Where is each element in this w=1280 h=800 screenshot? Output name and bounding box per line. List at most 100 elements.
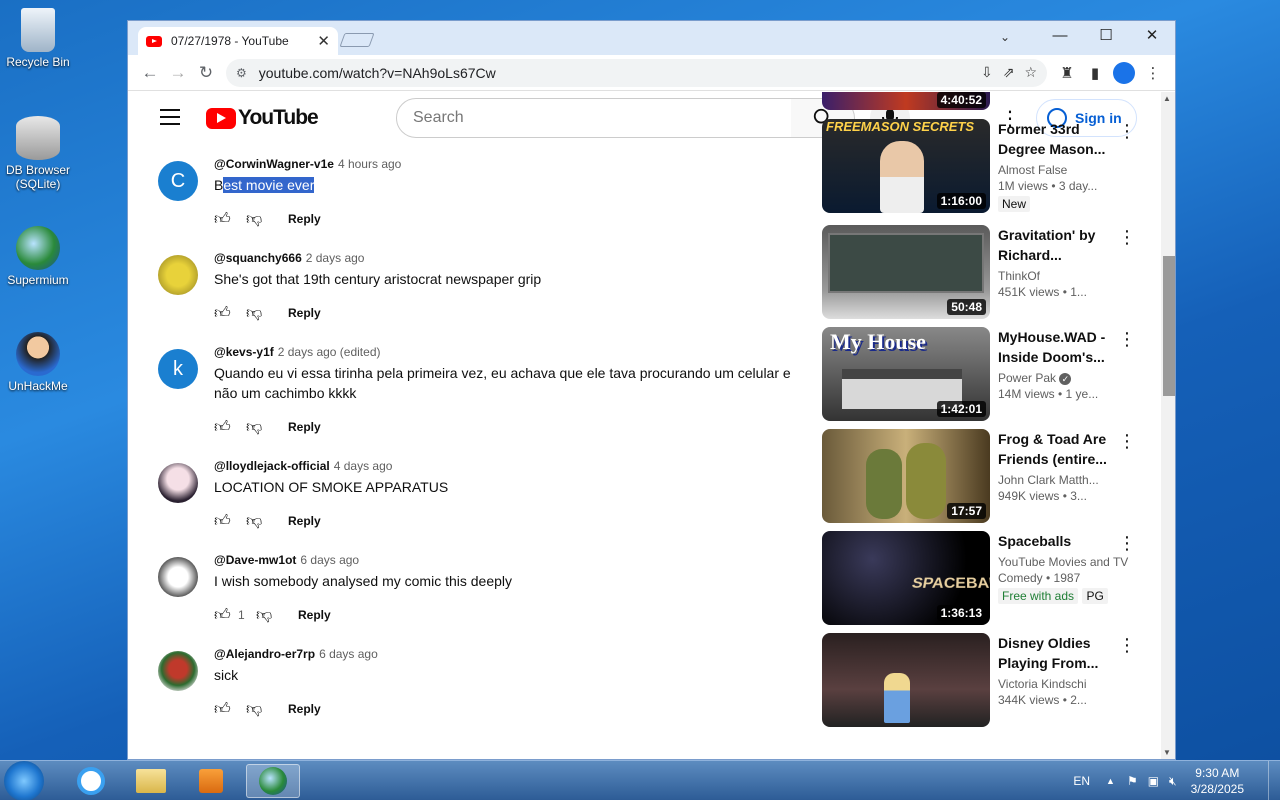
tab-search-chevron-icon[interactable]: ⌄: [1000, 30, 1010, 44]
video-recommendation[interactable]: SPACEBALLS 1:36:13 Spaceballs YouTube Mo…: [822, 531, 1142, 625]
youtube-logo[interactable]: YouTube: [206, 106, 319, 130]
dislike-icon[interactable]: 👎︎: [246, 210, 278, 229]
reply-button[interactable]: Reply: [288, 420, 321, 434]
bookmark-star-icon[interactable]: ☆: [1024, 64, 1037, 81]
like-icon[interactable]: 👍︎: [214, 700, 246, 719]
video-recommendation[interactable]: Disney Oldies Playing From... Victoria K…: [822, 633, 1142, 727]
video-thumbnail[interactable]: 17:57: [822, 429, 990, 523]
avatar[interactable]: [158, 651, 198, 691]
side-panel-icon[interactable]: ▮: [1081, 64, 1109, 82]
video-recommendation[interactable]: 17:57 Frog & Toad Are Friends (entire...…: [822, 429, 1142, 523]
extensions-icon[interactable]: ♜: [1053, 64, 1081, 82]
video-thumbnail[interactable]: My House 1:42:01: [822, 327, 990, 421]
comment-author[interactable]: @Dave-mw1ot: [214, 553, 296, 567]
reply-button[interactable]: Reply: [288, 514, 321, 528]
video-title[interactable]: Gravitation' by Richard...: [998, 225, 1116, 265]
tab-active[interactable]: 07/27/1978 - YouTube ✕: [138, 27, 338, 55]
profile-avatar[interactable]: [1113, 61, 1135, 84]
page-scrollbar[interactable]: ▲ ▼: [1161, 92, 1175, 759]
desktop-icon-db-browser[interactable]: DB Browser (SQLite): [2, 116, 74, 191]
comment-author[interactable]: @lloydlejack-official: [214, 459, 330, 473]
avatar[interactable]: C: [158, 161, 198, 201]
like-icon[interactable]: 👍︎: [214, 304, 246, 323]
channel-name[interactable]: YouTube Movies and TV: [998, 555, 1128, 569]
desktop-icon-supermium[interactable]: Supermium: [2, 226, 74, 287]
comment-author[interactable]: @CorwinWagner-v1e: [214, 157, 334, 171]
video-title[interactable]: MyHouse.WAD - Inside Doom's...: [998, 327, 1116, 367]
reply-button[interactable]: Reply: [288, 702, 321, 716]
comment-time[interactable]: 4 hours ago: [338, 157, 401, 171]
network-icon[interactable]: ▣: [1148, 774, 1159, 788]
video-thumbnail[interactable]: SPACEBALLS 1:36:13: [822, 531, 990, 625]
browser-menu-icon[interactable]: ⋮: [1139, 64, 1167, 82]
video-title[interactable]: Frog & Toad Are Friends (entire...: [998, 429, 1116, 469]
search-input[interactable]: Search: [396, 98, 792, 138]
video-thumbnail[interactable]: 4:40:52: [822, 92, 990, 110]
install-app-icon[interactable]: ⇩: [981, 64, 993, 81]
channel-name[interactable]: ThinkOf: [998, 269, 1116, 283]
maximize-button[interactable]: ☐: [1083, 21, 1129, 49]
channel-name[interactable]: John Clark Matth...: [998, 473, 1116, 487]
comment-author[interactable]: @kevs-y1f: [214, 345, 274, 359]
scrollbar-thumb[interactable]: [1163, 256, 1175, 396]
video-thumbnail[interactable]: FREEMASON SECRETS 1:16:00: [822, 119, 990, 213]
minimize-button[interactable]: —: [1037, 21, 1083, 49]
show-desktop-button[interactable]: [1268, 761, 1280, 800]
back-button[interactable]: ←: [136, 59, 164, 87]
reply-button[interactable]: Reply: [288, 306, 321, 320]
video-recommendation[interactable]: 4:40:52: [822, 92, 1142, 110]
new-tab-button[interactable]: [339, 33, 375, 47]
video-title[interactable]: Disney Oldies Playing From...: [998, 633, 1116, 673]
action-center-flag-icon[interactable]: ⚑: [1127, 774, 1138, 788]
dislike-icon[interactable]: 👎︎: [256, 606, 288, 625]
video-recommendation[interactable]: My House 1:42:01 MyHouse.WAD - Inside Do…: [822, 327, 1142, 421]
video-title[interactable]: Spaceballs: [998, 531, 1116, 551]
close-window-button[interactable]: ✕: [1129, 21, 1175, 49]
like-icon[interactable]: 👍︎: [214, 210, 246, 229]
show-hidden-icons-icon[interactable]: ▲: [1106, 776, 1115, 786]
more-actions-icon[interactable]: ⋮: [1118, 635, 1136, 656]
taskbar-file-explorer[interactable]: [124, 764, 178, 798]
share-icon[interactable]: ⇗: [1003, 64, 1015, 81]
site-settings-icon[interactable]: ⚙: [236, 66, 247, 80]
comment-time[interactable]: 6 days ago: [300, 553, 359, 567]
dislike-icon[interactable]: 👎︎: [246, 304, 278, 323]
video-recommendation[interactable]: FREEMASON SECRETS 1:16:00 Former 33rd De…: [822, 119, 1142, 213]
more-actions-icon[interactable]: ⋮: [1118, 227, 1136, 248]
channel-name[interactable]: Power Pak ✓: [998, 371, 1116, 385]
desktop-icon-unhackme[interactable]: UnHackMe: [2, 332, 74, 393]
avatar[interactable]: [158, 463, 198, 503]
avatar[interactable]: k: [158, 349, 198, 389]
comment-time[interactable]: 6 days ago: [319, 647, 378, 661]
channel-name[interactable]: Almost False: [998, 163, 1116, 177]
more-actions-icon[interactable]: ⋮: [1118, 533, 1136, 554]
comment-author[interactable]: @squanchy666: [214, 251, 302, 265]
video-thumbnail[interactable]: 50:48: [822, 225, 990, 319]
reply-button[interactable]: Reply: [288, 212, 321, 226]
address-bar[interactable]: ⚙ youtube.com/watch?v=NAh9oLs67Cw ⇩ ⇗ ☆: [226, 58, 1047, 87]
reload-button[interactable]: ↻: [192, 59, 220, 87]
menu-hamburger-icon[interactable]: [160, 109, 180, 130]
volume-muted-icon[interactable]: 🔇︎: [1169, 774, 1177, 789]
channel-name[interactable]: Victoria Kindschi: [998, 677, 1116, 691]
more-actions-icon[interactable]: ⋮: [1118, 431, 1136, 452]
like-icon[interactable]: 👍︎: [214, 512, 246, 531]
comment-time[interactable]: 4 days ago: [334, 459, 393, 473]
taskbar-supermium[interactable]: [246, 764, 300, 798]
scroll-down-arrow-icon[interactable]: ▼: [1163, 748, 1171, 757]
taskbar-media-player[interactable]: [184, 764, 238, 798]
avatar[interactable]: [158, 255, 198, 295]
forward-button[interactable]: →: [164, 59, 192, 87]
avatar[interactable]: [158, 557, 198, 597]
more-actions-icon[interactable]: ⋮: [1118, 121, 1136, 142]
scroll-up-arrow-icon[interactable]: ▲: [1163, 94, 1171, 103]
desktop-icon-recycle-bin[interactable]: Recycle Bin: [2, 8, 74, 69]
more-actions-icon[interactable]: ⋮: [1118, 329, 1136, 350]
comment-time[interactable]: 2 days ago (edited): [278, 345, 381, 359]
reply-button[interactable]: Reply: [298, 608, 331, 622]
video-thumbnail[interactable]: [822, 633, 990, 727]
dislike-icon[interactable]: 👎︎: [246, 418, 278, 437]
comment-time[interactable]: 2 days ago: [306, 251, 365, 265]
dislike-icon[interactable]: 👎︎: [246, 512, 278, 531]
taskbar-internet-explorer[interactable]: [64, 764, 118, 798]
